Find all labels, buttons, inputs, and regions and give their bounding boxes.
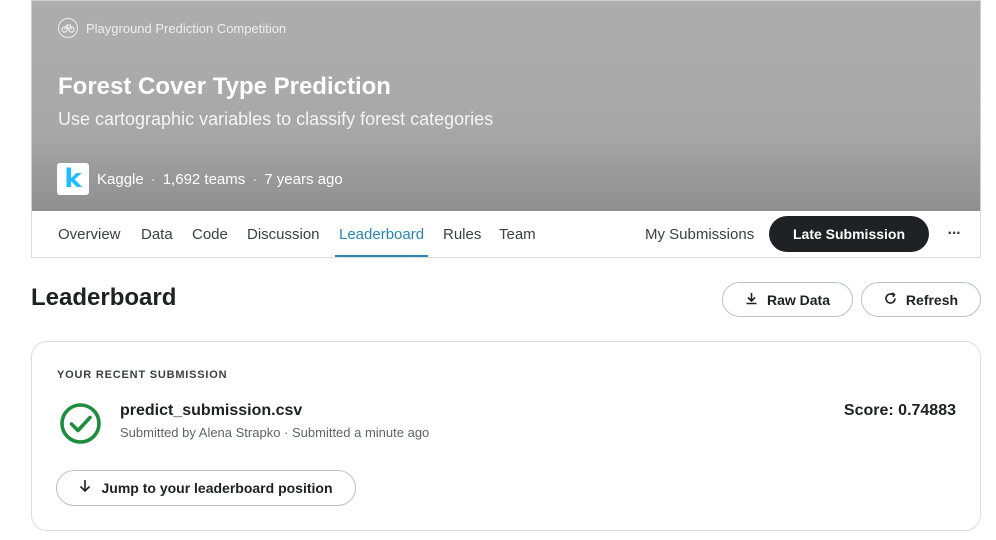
host-link[interactable]: Kaggle [97,171,144,188]
competition-header: Playground Prediction Competition Forest… [31,0,981,211]
arrow-down-icon [79,479,91,497]
bike-icon [58,18,78,38]
jump-to-position-button[interactable]: Jump to your leaderboard position [56,470,356,506]
raw-data-button[interactable]: Raw Data [722,282,853,317]
kaggle-logo[interactable]: k [57,163,89,195]
my-submissions-link[interactable]: My Submissions [645,211,754,257]
tab-leaderboard[interactable]: Leaderboard [334,211,429,257]
jump-label: Jump to your leaderboard position [101,480,333,496]
submission-meta: Submitted by Alena Strapko · Submitted a… [120,425,430,440]
competition-subtitle: Use cartographic variables to classify f… [58,109,494,129]
late-submission-button[interactable]: Late Submission [769,216,929,252]
tab-code[interactable]: Code [192,211,228,257]
tab-data[interactable]: Data [141,211,173,257]
refresh-button[interactable]: Refresh [861,282,981,317]
competition-type: Playground Prediction Competition [58,18,286,38]
tab-discussion[interactable]: Discussion [247,211,320,257]
more-options-icon[interactable]: ··· [942,222,966,246]
download-icon [745,292,758,308]
check-circle-icon [60,403,101,444]
raw-data-label: Raw Data [766,291,831,308]
refresh-icon [884,291,897,308]
competition-tabs: Overview Data Code Discussion Leaderboar… [31,211,981,258]
meta-separator: · [252,170,258,188]
recent-submission-heading: YOUR RECENT SUBMISSION [57,369,228,381]
tab-overview[interactable]: Overview [58,211,121,257]
submission-file-name[interactable]: predict_submission.csv [120,402,302,420]
tab-team[interactable]: Team [499,211,536,257]
teams-count: 1,692 teams [162,170,246,188]
competition-meta: k Kaggle · 1,692 teams · 7 years ago [57,163,343,195]
page-title: Leaderboard [31,284,177,311]
meta-separator: · [150,170,156,188]
tab-rules[interactable]: Rules [443,211,481,257]
recent-submission-card: YOUR RECENT SUBMISSION predict_submissio… [31,341,981,531]
submission-score: Score: 0.74883 [843,402,956,419]
competition-type-label: Playground Prediction Competition [86,20,287,36]
competition-age: 7 years ago [264,170,343,188]
competition-title: Forest Cover Type Prediction [58,73,391,100]
refresh-label: Refresh [905,291,959,308]
